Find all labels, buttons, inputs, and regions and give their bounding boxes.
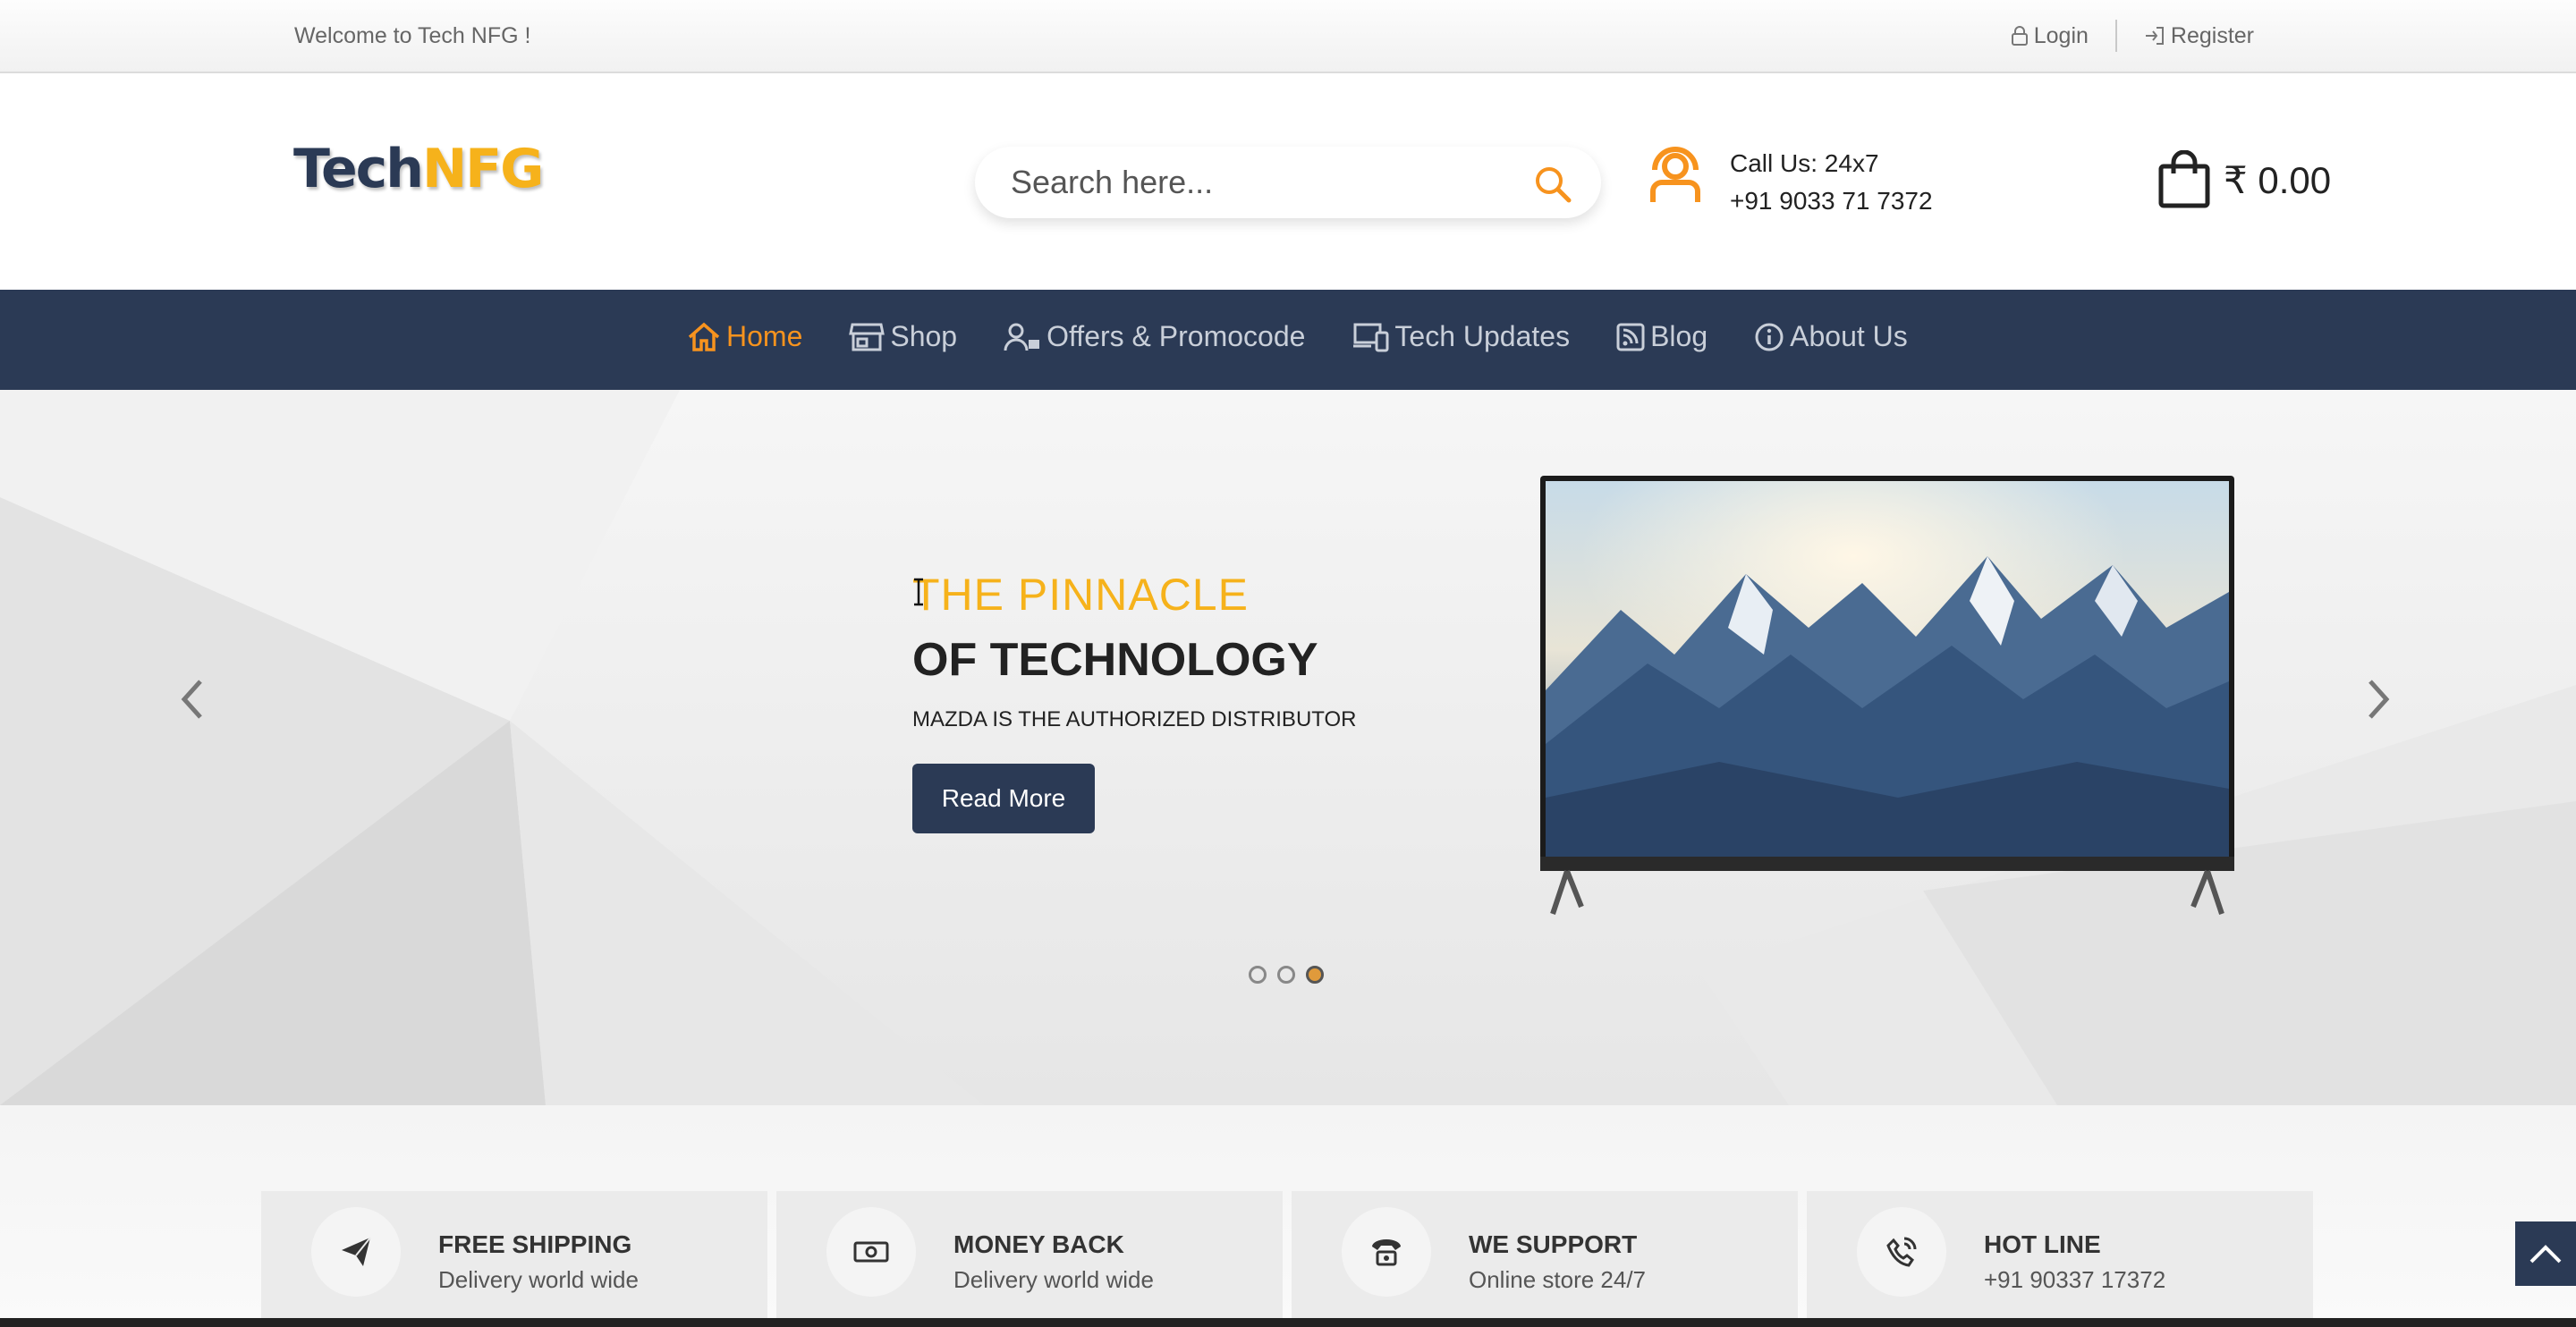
feature-subtitle: +91 90337 17372 [1984, 1266, 2166, 1293]
nav-label: About Us [1790, 320, 1908, 352]
nav-item-blog[interactable]: Blog [1616, 320, 1707, 353]
feature-free-shipping: FREE SHIPPING Delivery world wide [261, 1191, 767, 1327]
info-icon [1755, 323, 1784, 351]
search-input[interactable] [1011, 164, 1530, 201]
headset-icon [1650, 147, 1700, 202]
devices-icon [1353, 323, 1389, 351]
feature-subtitle: Delivery world wide [438, 1266, 639, 1293]
bottom-edge [0, 1318, 2576, 1327]
divider [2114, 20, 2117, 52]
sign-in-icon [2145, 27, 2164, 45]
nav-label: Tech Updates [1394, 320, 1571, 352]
shopping-bag-icon [2158, 150, 2210, 208]
text-cursor-icon [914, 578, 923, 606]
chevron-right-icon [2368, 680, 2390, 719]
read-more-button[interactable]: Read More [912, 764, 1095, 833]
nav-item-about-us[interactable]: About Us [1754, 320, 1908, 353]
features-row: FREE SHIPPING Delivery world wide MONEY … [261, 1191, 2313, 1327]
welcome-text: Welcome to Tech NFG ! [294, 23, 531, 48]
call-hours: Call Us: 24x7 [1730, 149, 1879, 177]
hero-description: MAZDA IS THE AUTHORIZED DISTRIBUTOR [912, 707, 1357, 731]
feature-subtitle: Delivery world wide [953, 1266, 1154, 1293]
money-icon [826, 1207, 916, 1297]
register-link[interactable]: Register [2144, 23, 2254, 49]
nav-label: Shop [890, 320, 958, 352]
login-label: Login [2033, 22, 2089, 48]
feature-title: MONEY BACK [953, 1230, 1124, 1258]
feature-subtitle: Online store 24/7 [1469, 1266, 1647, 1293]
logo-text-nfg: NFG [421, 138, 544, 200]
chevron-left-icon [181, 680, 202, 719]
register-label: Register [2170, 22, 2254, 48]
slider-dot-2[interactable] [1277, 966, 1295, 984]
user-tag-icon [1004, 323, 1040, 351]
call-number[interactable]: +91 9033 71 7372 [1730, 182, 1933, 220]
cart-total: ₹ 0.00 [2224, 158, 2331, 202]
feature-hot-line: HOT LINE +91 90337 17372 [1807, 1191, 2313, 1327]
search-icon[interactable] [1533, 165, 1572, 208]
feature-title: WE SUPPORT [1469, 1230, 1638, 1258]
nav-item-tech-updates[interactable]: Tech Updates [1352, 320, 1570, 353]
main-nav: Home Shop Offers & Promocode Tech Update… [0, 290, 2576, 390]
nav-item-offers[interactable]: Offers & Promocode [1004, 320, 1305, 353]
slider-prev-button[interactable] [175, 676, 208, 727]
feature-title: FREE SHIPPING [438, 1230, 632, 1258]
nav-label: Home [726, 320, 803, 352]
currency-symbol: ₹ [2224, 158, 2248, 201]
site-logo[interactable]: TechNFG [293, 138, 544, 200]
logo-text-tech: Tech [293, 138, 424, 200]
hero-slider: THE PINNACLE OF TECHNOLOGY MAZDA IS THE … [0, 390, 2576, 1105]
tv-product-image [1540, 476, 2234, 915]
nav-item-home[interactable]: Home [687, 320, 802, 353]
cart-amount: 0.00 [2258, 158, 2332, 201]
search-box [975, 147, 1601, 218]
feature-title: HOT LINE [1984, 1230, 2101, 1258]
slider-dot-3[interactable] [1306, 966, 1324, 984]
chevron-up-icon [2529, 1245, 2562, 1264]
nav-item-shop[interactable]: Shop [849, 320, 957, 353]
phone-call-icon [1857, 1207, 1946, 1297]
hero-title: OF TECHNOLOGY [912, 634, 1318, 686]
lock-icon [2011, 26, 2028, 46]
home-icon [688, 322, 720, 351]
top-bar: Welcome to Tech NFG ! Login Register [0, 0, 2576, 73]
site-header: TechNFG Call Us: 24x7 +91 9033 71 7372 ₹… [0, 75, 2576, 290]
nav-label: Blog [1650, 320, 1708, 352]
shop-icon [849, 323, 886, 351]
rss-icon [1616, 323, 1645, 351]
account-links: Login Register [2011, 20, 2254, 52]
paper-plane-icon [311, 1207, 401, 1297]
cart-button[interactable]: ₹ 0.00 [2157, 150, 2331, 209]
hero-subtitle: THE PINNACLE [912, 570, 1249, 620]
slider-next-button[interactable] [2363, 676, 2395, 727]
scroll-to-top-button[interactable] [2515, 1221, 2576, 1286]
login-link[interactable]: Login [2011, 23, 2089, 49]
feature-money-back: MONEY BACK Delivery world wide [776, 1191, 1283, 1327]
slider-dot-1[interactable] [1249, 966, 1267, 984]
nav-label: Offers & Promocode [1046, 320, 1306, 352]
call-us-block: Call Us: 24x7 +91 9033 71 7372 [1648, 139, 1933, 220]
feature-we-support: WE SUPPORT Online store 24/7 [1292, 1191, 1798, 1327]
phone-icon [1342, 1207, 1431, 1297]
slider-dots [1249, 966, 1324, 984]
